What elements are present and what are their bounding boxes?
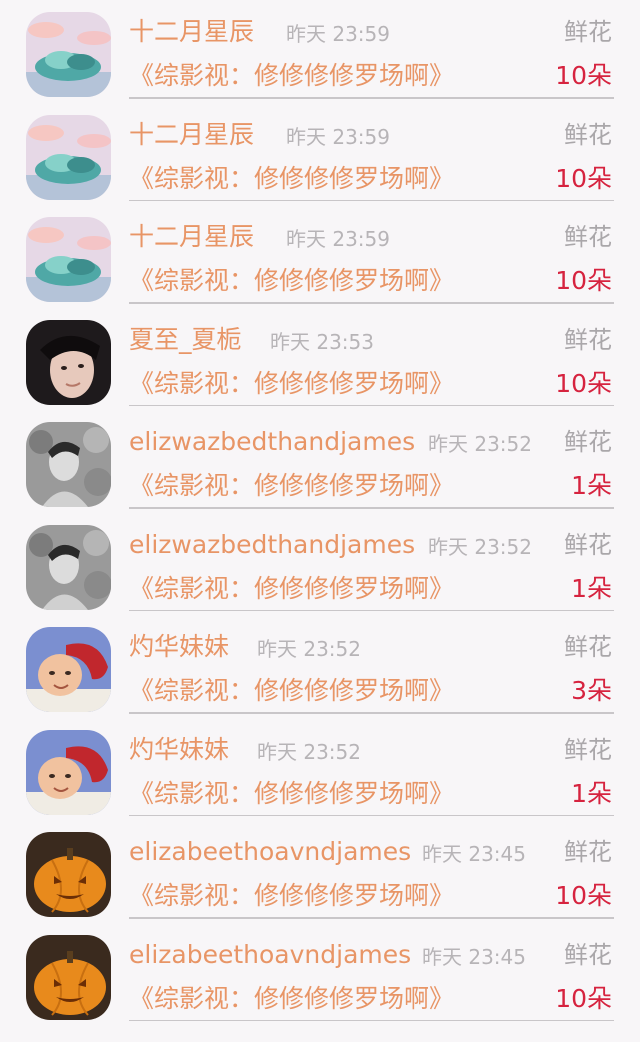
user-name[interactable]: elizabeethoavndjames [129, 937, 411, 973]
avatar[interactable] [26, 934, 111, 1020]
timestamp: 昨天 23:52 [428, 534, 532, 559]
timestamp: 昨天 23:59 [286, 227, 390, 251]
flower-count: 1朵 [571, 778, 612, 808]
book-title[interactable]: 《综影视：修修修修罗场啊》 [129, 366, 454, 402]
timestamp: 昨天 23:53 [270, 329, 374, 354]
divider [129, 199, 614, 201]
divider [129, 1019, 614, 1021]
avatar[interactable] [26, 319, 111, 405]
user-name[interactable]: elizwazbedthandjames [129, 424, 415, 460]
gift-type: 鲜花 [564, 735, 612, 764]
child-beret-avatar-icon [26, 627, 111, 712]
timestamp: 昨天 23:59 [286, 124, 390, 149]
pumpkin-avatar-icon [26, 832, 111, 917]
flower-count: 10朵 [555, 61, 612, 90]
book-title[interactable]: 《综影视：修修修修罗场啊》 [129, 58, 454, 94]
divider [129, 97, 614, 99]
cloud-avatar-icon [26, 12, 111, 97]
book-title[interactable]: 《综影视：修修修修罗场啊》 [129, 981, 454, 1017]
flower-count: 1朵 [571, 471, 612, 500]
user-name[interactable]: 十二月星辰 [129, 14, 254, 50]
divider [129, 712, 614, 714]
flower-gift-list: 十二月星辰 昨天 23:59 鲜花 《综影视：修修修修罗场啊》 10朵 十二月星… [0, 0, 640, 1042]
avatar[interactable] [26, 114, 111, 200]
pumpkin-avatar-icon [26, 934, 111, 1020]
divider [129, 507, 614, 509]
list-item[interactable]: 十二月星辰 昨天 23:59 鲜花 《综影视：修修修修罗场啊》 10朵 [0, 103, 640, 206]
flower-count: 10朵 [555, 163, 612, 193]
book-title[interactable]: 《综影视：修修修修罗场啊》 [129, 161, 454, 197]
gift-type: 鲜花 [564, 530, 612, 559]
user-name[interactable]: elizabeethoavndjames [129, 834, 411, 870]
avatar[interactable] [26, 524, 111, 610]
list-item[interactable]: 十二月星辰 昨天 23:59 鲜花 《综影视：修修修修罗场啊》 10朵 [0, 0, 640, 103]
list-item[interactable]: elizwazbedthandjames 昨天 23:52 鲜花 《综影视：修修… [0, 410, 640, 513]
list-item[interactable]: 十二月星辰 昨天 23:59 鲜花 《综影视：修修修修罗场啊》 10朵 [0, 205, 640, 308]
user-name[interactable]: 灼华妹妹 [129, 629, 229, 665]
divider [129, 404, 614, 406]
man-portrait-avatar-icon [26, 319, 111, 405]
flower-count: 10朵 [555, 368, 612, 398]
list-item[interactable]: 夏至_夏栀 昨天 23:53 鲜花 《综影视：修修修修罗场啊》 10朵 [0, 308, 640, 411]
avatar[interactable] [26, 217, 111, 302]
flower-count: 10朵 [555, 881, 612, 910]
gift-type: 鲜花 [564, 940, 612, 969]
avatar[interactable] [26, 422, 111, 507]
list-item[interactable]: elizabeethoavndjames 昨天 23:45 鲜花 《综影视：修修… [0, 820, 640, 923]
list-item[interactable]: elizabeethoavndjames 昨天 23:45 鲜花 《综影视：修修… [0, 923, 640, 1026]
list-item[interactable]: 灼华妹妹 昨天 23:52 鲜花 《综影视：修修修修罗场啊》 3朵 [0, 615, 640, 718]
timestamp: 昨天 23:45 [422, 944, 526, 969]
timestamp: 昨天 23:52 [257, 637, 361, 661]
user-name[interactable]: 夏至_夏栀 [129, 322, 242, 358]
user-name[interactable]: 十二月星辰 [129, 219, 254, 255]
child-beret-avatar-icon [26, 729, 111, 815]
list-item[interactable]: 灼华妹妹 昨天 23:52 鲜花 《综影视：修修修修罗场啊》 1朵 [0, 718, 640, 821]
flower-count: 1朵 [571, 573, 612, 603]
flower-count: 10朵 [555, 983, 612, 1013]
book-title[interactable]: 《综影视：修修修修罗场啊》 [129, 673, 454, 709]
divider [129, 609, 614, 611]
gift-type: 鲜花 [564, 428, 612, 456]
divider [129, 814, 614, 816]
gift-type: 鲜花 [564, 120, 612, 149]
user-name[interactable]: 灼华妹妹 [129, 732, 229, 768]
divider [129, 917, 614, 919]
user-name[interactable]: 十二月星辰 [129, 117, 254, 153]
gift-type: 鲜花 [564, 18, 612, 46]
cloud-avatar-icon [26, 217, 111, 302]
list-item[interactable]: elizwazbedthandjames 昨天 23:52 鲜花 《综影视：修修… [0, 513, 640, 616]
timestamp: 昨天 23:59 [286, 22, 390, 46]
avatar[interactable] [26, 627, 111, 712]
avatar[interactable] [26, 832, 111, 917]
bw-portrait-avatar-icon [26, 422, 111, 507]
timestamp: 昨天 23:52 [428, 432, 532, 456]
user-name[interactable]: elizwazbedthandjames [129, 527, 415, 563]
timestamp: 昨天 23:45 [422, 842, 526, 866]
book-title[interactable]: 《综影视：修修修修罗场啊》 [129, 571, 454, 607]
timestamp: 昨天 23:52 [257, 739, 361, 764]
avatar[interactable] [26, 12, 111, 97]
divider [129, 302, 614, 304]
gift-type: 鲜花 [564, 633, 612, 661]
gift-type: 鲜花 [564, 838, 612, 866]
bw-portrait-avatar-icon [26, 524, 111, 610]
book-title[interactable]: 《综影视：修修修修罗场啊》 [129, 776, 454, 812]
cloud-avatar-icon [26, 114, 111, 200]
gift-type: 鲜花 [564, 325, 612, 354]
flower-count: 3朵 [571, 676, 612, 705]
book-title[interactable]: 《综影视：修修修修罗场啊》 [129, 878, 454, 914]
book-title[interactable]: 《综影视：修修修修罗场啊》 [129, 468, 454, 504]
gift-type: 鲜花 [564, 223, 612, 251]
flower-count: 10朵 [555, 266, 612, 295]
book-title[interactable]: 《综影视：修修修修罗场啊》 [129, 263, 454, 299]
avatar[interactable] [26, 729, 111, 815]
